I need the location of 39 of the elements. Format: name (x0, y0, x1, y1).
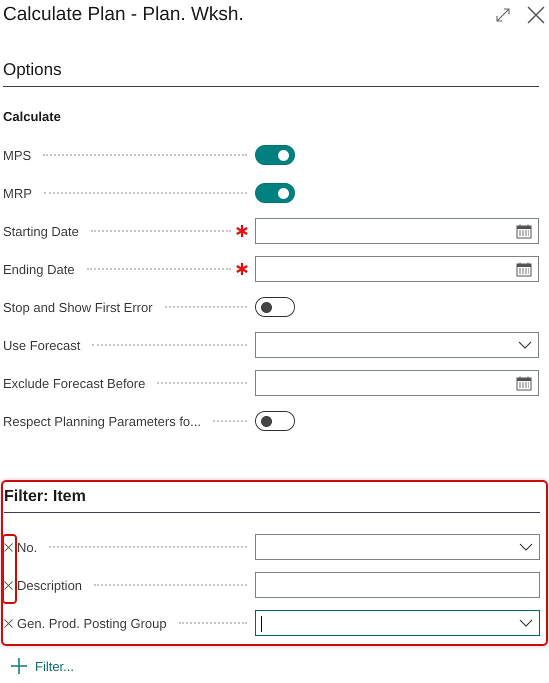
chevron-down-icon[interactable] (518, 341, 532, 349)
field-label: Description (17, 578, 82, 592)
field-label: Gen. Prod. Posting Group (17, 616, 167, 630)
group-heading: Calculate (3, 109, 62, 124)
field-label: Starting Date (3, 224, 79, 238)
expand-icon[interactable] (495, 7, 511, 23)
add-filter-link[interactable]: Filter... (11, 658, 74, 674)
date-field[interactable] (255, 370, 539, 396)
calendar-icon[interactable] (516, 262, 532, 276)
section-heading[interactable]: Options (3, 60, 539, 86)
calendar-icon[interactable] (516, 376, 532, 390)
field-label: MRP (3, 186, 32, 200)
toggle-switch[interactable] (255, 411, 295, 431)
field-label: Exclude Forecast Before (3, 376, 146, 390)
dropdown-field[interactable] (255, 332, 539, 358)
toggle-switch[interactable] (255, 297, 295, 317)
date-field[interactable] (255, 256, 539, 282)
dropdown-field[interactable] (255, 534, 540, 560)
remove-icon[interactable] (4, 580, 13, 590)
text-field[interactable] (255, 572, 540, 598)
field-label: No. (17, 540, 38, 554)
window-title: Calculate Plan - Plan. Wksh. (3, 4, 244, 26)
date-field[interactable] (255, 218, 539, 244)
chevron-down-icon[interactable] (519, 543, 533, 551)
field-label: Respect Planning Parameters fo... (3, 414, 201, 428)
field-label: Use Forecast (3, 338, 80, 352)
dropdown-field[interactable] (255, 610, 540, 636)
close-icon[interactable] (527, 6, 545, 24)
calendar-icon[interactable] (516, 224, 532, 238)
remove-icon[interactable] (4, 542, 13, 552)
field-label: MPS (3, 148, 32, 162)
plus-icon (11, 658, 27, 674)
field-label: Stop and Show First Error (3, 300, 153, 314)
chevron-down-icon[interactable] (519, 619, 533, 627)
toggle-switch[interactable] (255, 183, 295, 203)
field-label: Ending Date (3, 262, 75, 276)
remove-icon[interactable] (4, 618, 13, 628)
toggle-switch[interactable] (255, 145, 295, 165)
section-heading[interactable]: Filter: Item (4, 488, 540, 512)
